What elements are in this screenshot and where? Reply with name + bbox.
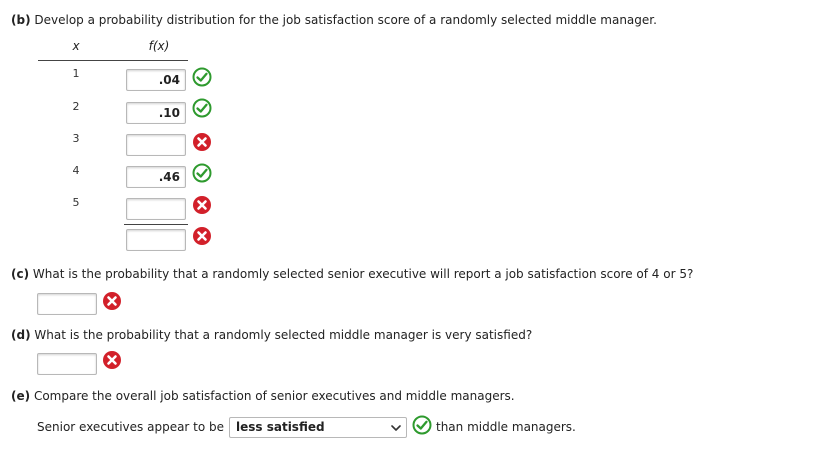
fx-input-3[interactable]: [126, 134, 186, 156]
total-divider: [124, 224, 188, 225]
part-c-input[interactable]: [37, 293, 97, 315]
chevron-down-icon: [391, 425, 401, 431]
part-e-prefix: Senior executives appear to be: [37, 420, 225, 434]
x-circle-icon: [193, 227, 211, 245]
header-divider: [38, 60, 188, 61]
part-d-question: (d) What is the probability that a rando…: [11, 328, 532, 342]
fx-input-4[interactable]: .46: [126, 166, 186, 188]
part-e-text: Compare the overall job satisfaction of …: [33, 389, 515, 403]
x-value-1: 1: [72, 67, 80, 80]
check-circle-icon: [192, 163, 212, 183]
x-circle-icon: [103, 351, 121, 369]
x-circle-icon: [193, 133, 211, 151]
part-c-label: (c): [11, 267, 30, 281]
fx-total-input[interactable]: [126, 229, 186, 251]
part-e-question: (e) Compare the overall job satisfaction…: [11, 389, 515, 403]
part-c-text: What is the probability that a randomly …: [32, 267, 694, 281]
check-circle-icon: [192, 67, 212, 87]
x-circle-icon: [193, 196, 211, 214]
part-b-question: (b) Develop a probability distribution f…: [11, 13, 657, 27]
x-value-3: 3: [72, 132, 80, 145]
check-circle-icon: [412, 415, 432, 435]
fx-input-5[interactable]: [126, 198, 186, 220]
satisfaction-dropdown[interactable]: less satisfied: [229, 417, 407, 438]
part-b-label: (b): [11, 13, 31, 27]
x-value-5: 5: [72, 196, 80, 209]
part-e-suffix: than middle managers.: [436, 420, 576, 434]
part-c-question: (c) What is the probability that a rando…: [11, 267, 693, 281]
x-value-4: 4: [72, 164, 80, 177]
part-e-label: (e): [11, 389, 31, 403]
part-d-input[interactable]: [37, 353, 97, 375]
column-header-fx: f(x): [148, 39, 170, 53]
dropdown-selected-value: less satisfied: [236, 420, 325, 434]
x-value-2: 2: [72, 100, 80, 113]
check-circle-icon: [192, 98, 212, 118]
part-b-text: Develop a probability distribution for t…: [34, 13, 657, 27]
fx-input-2[interactable]: .10: [126, 102, 186, 124]
part-d-label: (d): [11, 328, 31, 342]
x-circle-icon: [103, 292, 121, 310]
column-header-x: x: [72, 39, 80, 53]
part-d-text: What is the probability that a randomly …: [34, 328, 533, 342]
fx-input-1[interactable]: .04: [126, 69, 186, 91]
